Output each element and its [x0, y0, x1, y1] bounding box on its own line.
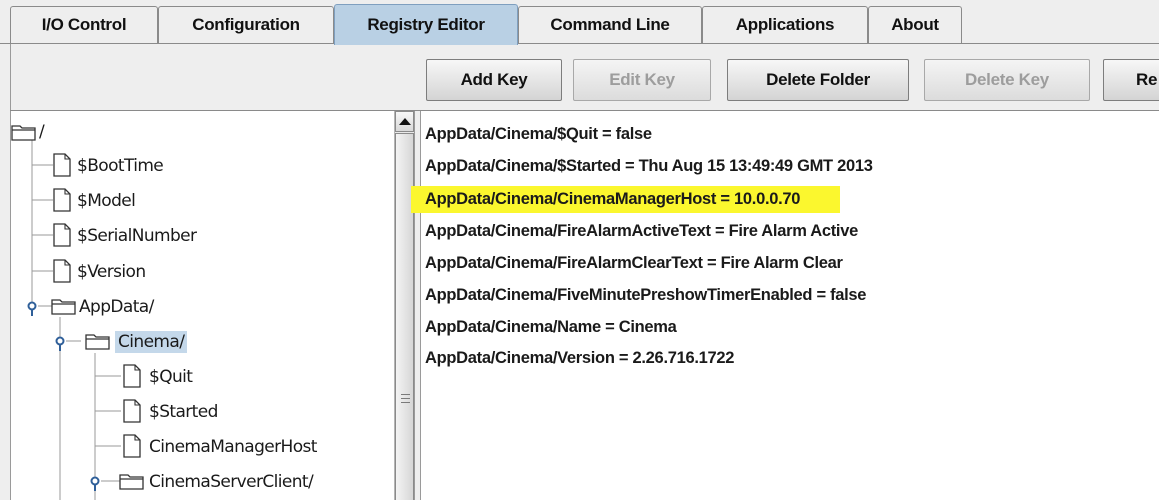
registry-values-list: AppData/Cinema/$Quit = false AppData/Cin… [411, 111, 1159, 500]
tab-about[interactable]: About [868, 6, 962, 43]
folder-icon [51, 299, 76, 315]
refresh-button[interactable]: Re [1103, 59, 1159, 101]
registry-value-line[interactable]: AppData/Cinema/$Quit = false [425, 121, 656, 147]
tree-node-quit[interactable]: $Quit [149, 366, 193, 388]
file-icon [53, 153, 71, 177]
folder-icon [119, 474, 144, 490]
file-icon [53, 223, 71, 247]
tab-strip: I/O Control Configuration Registry Edito… [0, 0, 1159, 45]
tree-node-cinemamanagerhost[interactable]: CinemaManagerHost [149, 436, 317, 458]
tree-node-serialnumber[interactable]: $SerialNumber [77, 225, 197, 247]
tree-node-started[interactable]: $Started [149, 401, 218, 423]
grip-line [401, 394, 410, 395]
expand-handle-icon[interactable] [88, 474, 102, 492]
grip-line [401, 398, 410, 399]
add-key-button[interactable]: Add Key [426, 59, 562, 101]
tab-applications[interactable]: Applications [702, 6, 868, 43]
registry-value-line[interactable]: AppData/Cinema/Version = 2.26.716.1722 [425, 345, 738, 371]
file-icon [123, 364, 141, 388]
toolbar: Add Key Edit Key Delete Folder Delete Ke… [10, 44, 1159, 111]
delete-key-button[interactable]: Delete Key [924, 59, 1090, 101]
registry-value-line[interactable]: AppData/Cinema/FireAlarmClearText = Fire… [425, 250, 847, 276]
tree-scrollbar[interactable] [394, 111, 414, 500]
scroll-up-arrow-icon[interactable] [395, 111, 414, 132]
registry-value-line[interactable]: AppData/Cinema/FireAlarmActiveText = Fir… [425, 218, 862, 244]
tab-io-control[interactable]: I/O Control [10, 6, 158, 43]
file-icon [53, 188, 71, 212]
tree-node-version[interactable]: $Version [77, 261, 146, 283]
tree-node-cinemaserverclient[interactable]: CinemaServerClient/ [149, 471, 314, 493]
expand-handle-icon[interactable] [25, 299, 39, 317]
delete-folder-button[interactable]: Delete Folder [727, 59, 909, 101]
tab-configuration[interactable]: Configuration [158, 6, 334, 43]
tab-command-line[interactable]: Command Line [518, 6, 702, 43]
registry-value-line[interactable]: AppData/Cinema/FiveMinutePreshowTimerEna… [425, 282, 870, 308]
tree-node-model[interactable]: $Model [77, 190, 136, 212]
registry-value-line[interactable]: AppData/Cinema/$Started = Thu Aug 15 13:… [425, 153, 877, 179]
tree-node-root[interactable]: / [39, 121, 45, 143]
registry-tree[interactable]: / $BootTime $Model $SerialNumber $Versio… [10, 111, 395, 500]
folder-icon [85, 334, 110, 350]
expand-handle-icon[interactable] [53, 334, 67, 352]
tab-registry-editor[interactable]: Registry Editor [334, 4, 518, 45]
file-icon [123, 434, 141, 458]
file-icon [53, 259, 71, 283]
tree-node-appdata[interactable]: AppData/ [79, 296, 154, 318]
registry-value-line-highlighted[interactable]: AppData/Cinema/CinemaManagerHost = 10.0.… [411, 186, 841, 213]
tree-node-cinema[interactable]: Cinema/ [115, 331, 188, 353]
edit-key-button[interactable]: Edit Key [573, 59, 711, 101]
folder-icon [11, 125, 36, 141]
tree-node-boottime[interactable]: $BootTime [77, 155, 164, 177]
file-icon [123, 399, 141, 423]
grip-line [401, 402, 410, 403]
registry-value-line[interactable]: AppData/Cinema/Name = Cinema [425, 314, 681, 340]
